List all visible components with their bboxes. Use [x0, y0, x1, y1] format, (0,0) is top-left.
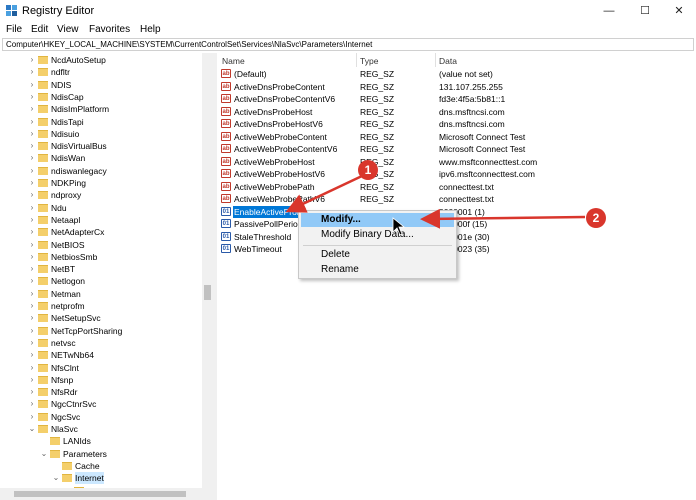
callout-badge-2: 2	[586, 208, 606, 228]
annotation-arrows	[285, 174, 586, 236]
mouse-cursor-icon	[392, 217, 406, 236]
callout-badge-1: 1	[358, 160, 378, 180]
arrow-1	[285, 174, 363, 213]
arrow-2	[420, 208, 586, 229]
